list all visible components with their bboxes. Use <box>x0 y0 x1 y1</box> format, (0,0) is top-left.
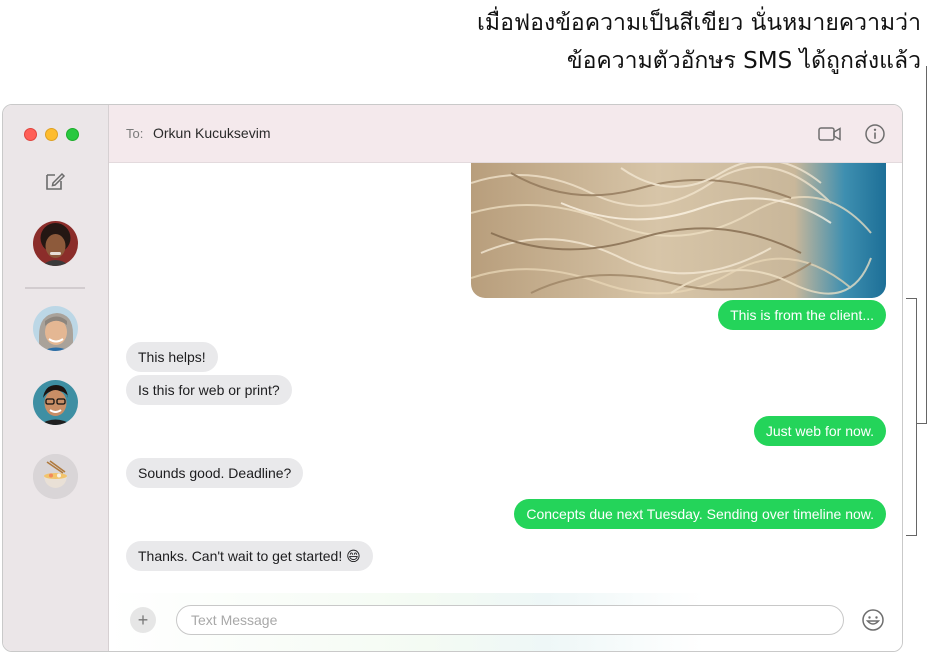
sidebar <box>3 105 109 651</box>
conversation-avatar-3[interactable] <box>33 380 78 425</box>
conversation-avatar-2[interactable] <box>33 306 78 351</box>
recipient-name[interactable]: Orkun Kucuksevim <box>153 125 270 141</box>
minimize-window-button[interactable] <box>45 128 58 141</box>
message-transcript[interactable]: This is from the client... This helps! I… <box>109 163 902 593</box>
callout-leader-line <box>926 66 927 424</box>
callout-line-1: เมื่อฟองข้อความเป็นสีเขียว นั่นหมายความว… <box>477 10 921 36</box>
message-bubble-received-1[interactable]: This helps! <box>126 342 218 372</box>
callout-bracket <box>906 298 917 536</box>
conversation-avatar-1[interactable] <box>33 221 78 266</box>
message-input[interactable] <box>176 605 844 635</box>
message-bubble-received-2[interactable]: Is this for web or print? <box>126 375 292 405</box>
callout-annotation: เมื่อฟองข้อความเป็นสีเขียว นั่นหมายความว… <box>361 4 921 80</box>
message-bubble-received-4[interactable]: Thanks. Can't wait to get started! 😄 <box>126 541 373 571</box>
smiley-icon[interactable] <box>861 608 885 632</box>
callout-line-2: ข้อความตัวอักษร SMS ได้ถูกส่งแล้ว <box>566 48 921 74</box>
compose-icon[interactable] <box>43 169 67 193</box>
message-composer: + <box>109 593 902 651</box>
info-icon[interactable] <box>862 123 888 145</box>
video-camera-icon[interactable] <box>817 123 843 145</box>
message-bubble-sent-3[interactable]: Concepts due next Tuesday. Sending over … <box>514 499 886 529</box>
conversation-header: To: Orkun Kucuksevim <box>109 105 902 163</box>
sidebar-divider <box>25 287 85 289</box>
to-label: To: <box>126 126 144 141</box>
conversation-avatar-4[interactable] <box>33 454 78 499</box>
zoom-window-button[interactable] <box>66 128 79 141</box>
plus-icon[interactable]: + <box>130 607 156 633</box>
message-bubble-sent-1[interactable]: This is from the client... <box>718 300 886 330</box>
callout-leader-tick <box>917 423 927 424</box>
message-bubble-sent-2[interactable]: Just web for now. <box>753 416 886 446</box>
shared-photo[interactable] <box>471 163 886 298</box>
noodle-bowl-icon <box>33 454 78 499</box>
close-window-button[interactable] <box>24 128 37 141</box>
message-bubble-received-3[interactable]: Sounds good. Deadline? <box>126 458 304 488</box>
messages-window: To: Orkun Kucuksevim This is from the cl… <box>2 104 903 652</box>
